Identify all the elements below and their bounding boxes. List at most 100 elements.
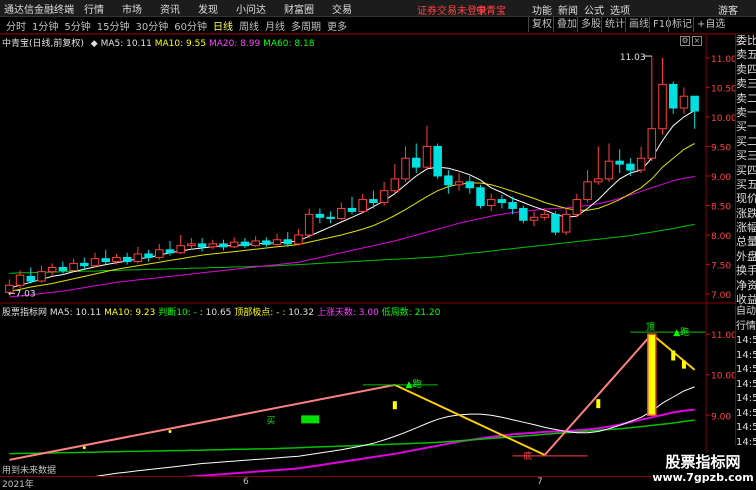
zigzag-segment [9,383,396,461]
candle-body [508,202,517,209]
candle-body [187,243,196,247]
candle-body [229,241,239,248]
bottom-marker: 底 [523,450,532,462]
signal-dot-1 [82,446,86,450]
candle-body [144,253,153,258]
candle-body [251,240,260,247]
kline-chart[interactable]: 11.00 10.50 10.00 9.50 9.00 8.50 8.00 7.50 7.00 1… [0,0,735,476]
candle-body [15,274,25,286]
y-tick-label: 10.00 [711,114,735,124]
candle-body [347,207,357,212]
candle-body [208,243,218,248]
x-axis: 2021年 6 7 [0,476,735,490]
signal-dot-2 [168,430,172,433]
side-label-11: 现价 [736,192,756,206]
candle-body [337,207,346,219]
zigzag-segment [394,383,546,456]
side2-label-0: 自动 [736,306,756,317]
y-tick-label: 8.00 [711,232,731,242]
candle-body [422,145,432,168]
candle-body [690,95,699,112]
candle-body [112,256,121,263]
rise-bar-1 [392,401,397,410]
candle-body [37,271,46,282]
candle-body [594,178,603,183]
side2-label-9: 14:50 [736,436,756,448]
side2-label-1: 行情 [736,320,756,332]
candle-body [679,95,689,109]
y-tick-label: 11.00 [711,55,735,65]
ma20-line [9,176,695,298]
candle-body [26,275,36,282]
run-marker: ▲跑 [406,378,422,390]
y-tick-label: 8.50 [711,202,731,212]
watermark-url: www.7gpzb.com [652,471,754,484]
future-data-note: 用到未来数据 [2,466,57,476]
y-tick-label: 9.50 [711,143,731,153]
side-label-0: 委比 [736,34,756,47]
side2-label-5: 14:50 [736,378,756,390]
side-label-12: 涨跌 [736,206,756,220]
side2-label-4: 14:50 [736,364,756,375]
rise-bar-4 [681,360,686,369]
candle-body [283,239,293,245]
ind-y-tick-label: 10.00 [711,372,735,382]
candle-body [540,213,549,218]
candle-body [572,199,582,215]
y-tick-label: 7.00 [711,291,731,301]
candle-body [390,178,400,192]
candle-body [272,239,282,245]
candle-body [176,245,185,254]
candle-body [101,258,110,263]
candle-body [304,213,314,236]
candle-body [529,216,539,221]
candle-body [133,253,143,263]
side-label-4: 卖二 [736,91,756,105]
candle-body [604,160,614,180]
watermark-title: 股票指标网 [665,453,741,471]
side-label-5: 卖一 [736,105,756,119]
candle-body [80,262,89,267]
side-label-1: 卖五 [736,48,756,62]
candle-body [401,157,410,180]
y-tick-label: 9.00 [711,173,731,183]
candle-body [47,267,57,273]
candle-body [465,181,475,189]
ind-y-tick-label: 9.00 [711,412,731,422]
rise-bar-2 [596,399,601,409]
quote-side-panel: 委比 卖五 卖四 卖三 卖二 卖一 买一 买二 买三 买四 买五 现价 涨跌 涨幅 总量 外盘 换手 净资 收益 [735,34,756,306]
run-marker-2: ▲跑 [673,326,689,338]
side2-label-2: 14:50 [736,335,756,346]
side-label-9: 买四 [736,163,756,177]
side-label-10: 买五 [736,177,756,191]
side-label-14: 总量 [736,235,756,249]
candle-body [476,187,485,206]
side-label-7: 买二 [736,134,756,148]
candle-body [658,83,667,130]
ind-ma60-line [9,419,695,455]
candle-body [551,213,560,233]
candle-body [90,258,100,267]
zigzag-segment [543,333,653,456]
candle-body [369,199,378,204]
side2-label-6: 14:50 [736,393,756,404]
x-axis-month-7: 7 [537,477,543,487]
side-label-6: 买一 [736,120,756,134]
side2-label-3: 14:50 [736,349,756,361]
top-marker: 顶 [646,322,655,333]
rise-bar-3 [671,350,676,361]
candle-body [626,163,635,171]
side-label-8: 买三 [736,149,756,163]
x-axis-month-6: 6 [243,477,249,487]
candle-body [583,181,592,201]
candle-body [486,199,496,206]
candle-body [411,157,421,168]
side-label-15: 外盘 [736,249,756,263]
high-price-label: 11.03 [620,53,646,63]
low-price-label: ←7.03 [8,289,36,299]
indicator-side-panel: 自动行情 14:50 14:50 14:50 14:50 14:50 14:50 14:50 1… [735,305,756,448]
candle-body [240,241,250,247]
side2-label-7: 14:50 [736,407,756,419]
y-tick-label: 7.50 [711,262,731,272]
candle-body [155,249,164,258]
